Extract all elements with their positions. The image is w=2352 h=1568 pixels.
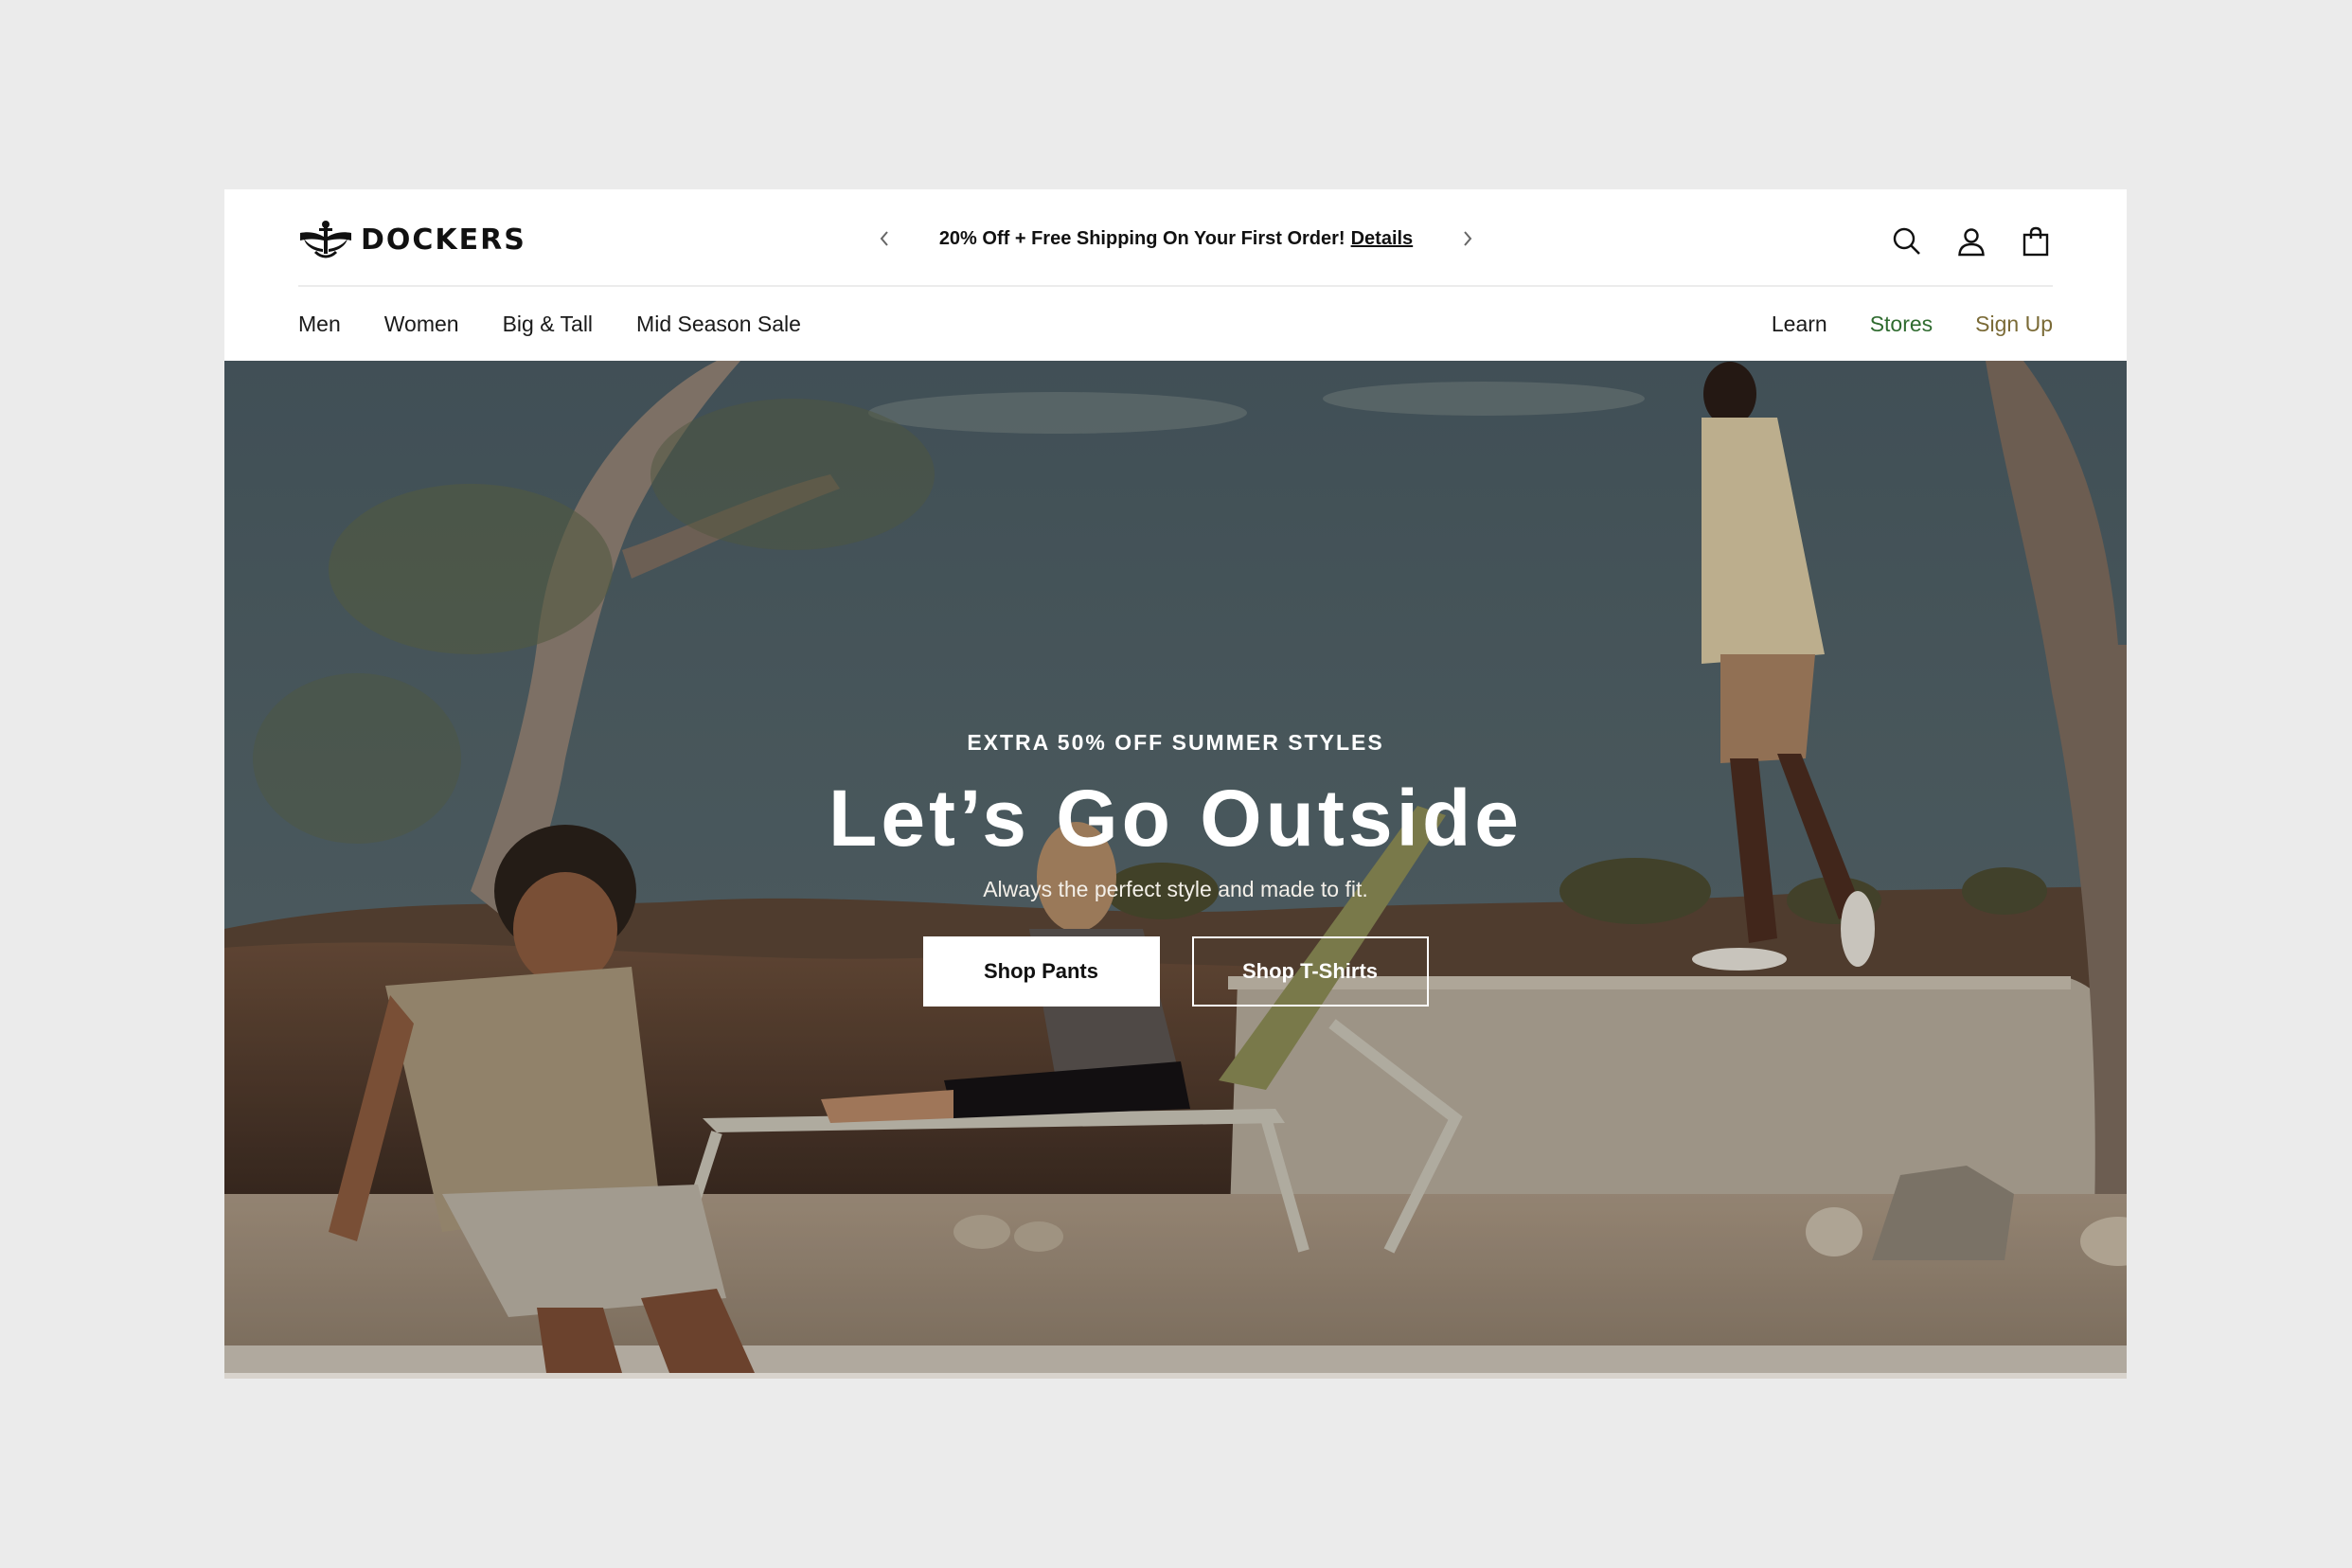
- utility-icons: [1890, 222, 2053, 261]
- hero-subline: Always the perfect style and made to fit…: [983, 877, 1368, 901]
- cart-button[interactable]: [2019, 224, 2053, 258]
- nav-item-mid-season-sale[interactable]: Mid Season Sale: [636, 312, 801, 337]
- nav-item-sign-up[interactable]: Sign Up: [1975, 312, 2053, 337]
- promo-message: 20% Off + Free Shipping On Your First Or…: [939, 228, 1413, 250]
- promo-banner: 20% Off + Free Shipping On Your First Or…: [868, 218, 1484, 259]
- nav-item-men[interactable]: Men: [298, 312, 341, 337]
- promo-prev-button[interactable]: [868, 218, 900, 259]
- nav-item-big-tall[interactable]: Big & Tall: [503, 312, 593, 337]
- search-button[interactable]: [1890, 224, 1924, 258]
- main-nav: Men Women Big & Tall Mid Season Sale Lea…: [224, 287, 2127, 361]
- top-bar: DOCKERS 20% Off + Free Shipping On Your …: [224, 189, 2127, 287]
- brand-logo[interactable]: DOCKERS: [298, 218, 526, 261]
- hero-banner: EXTRA 50% OFF SUMMER STYLES Let’s Go Out…: [224, 361, 2127, 1373]
- search-icon: [1893, 227, 1920, 255]
- promo-details-link[interactable]: Details: [1351, 228, 1414, 249]
- nav-item-stores[interactable]: Stores: [1870, 312, 1933, 337]
- hero-content: EXTRA 50% OFF SUMMER STYLES Let’s Go Out…: [224, 730, 2127, 1007]
- secondary-nav: Learn Stores Sign Up: [1772, 287, 2053, 361]
- promo-text: 20% Off + Free Shipping On Your First Or…: [938, 227, 1345, 249]
- shop-tshirts-button[interactable]: Shop T-Shirts: [1191, 936, 1429, 1007]
- shop-pants-button[interactable]: Shop Pants: [922, 936, 1160, 1007]
- category-nav: Men Women Big & Tall Mid Season Sale: [298, 287, 801, 361]
- brand-name: DOCKERS: [361, 223, 526, 257]
- chevron-right-icon: [1464, 231, 1472, 246]
- hero-bottom-edge: [224, 1373, 2127, 1379]
- promo-next-button[interactable]: [1452, 218, 1484, 259]
- account-icon: [1958, 228, 1985, 257]
- nav-item-learn[interactable]: Learn: [1772, 312, 1827, 337]
- hero-eyebrow: EXTRA 50% OFF SUMMER STYLES: [967, 730, 1384, 755]
- anchor-wings-logo-icon: [300, 221, 351, 258]
- hero-cta-group: Shop Pants Shop T-Shirts: [224, 936, 2127, 1007]
- account-button[interactable]: [1954, 224, 1988, 258]
- hero-headline: Let’s Go Outside: [829, 774, 1523, 863]
- browser-page: DOCKERS 20% Off + Free Shipping On Your …: [224, 189, 2127, 1379]
- shopping-bag-icon: [2022, 226, 2049, 257]
- nav-item-women[interactable]: Women: [384, 312, 459, 337]
- chevron-left-icon: [880, 231, 888, 246]
